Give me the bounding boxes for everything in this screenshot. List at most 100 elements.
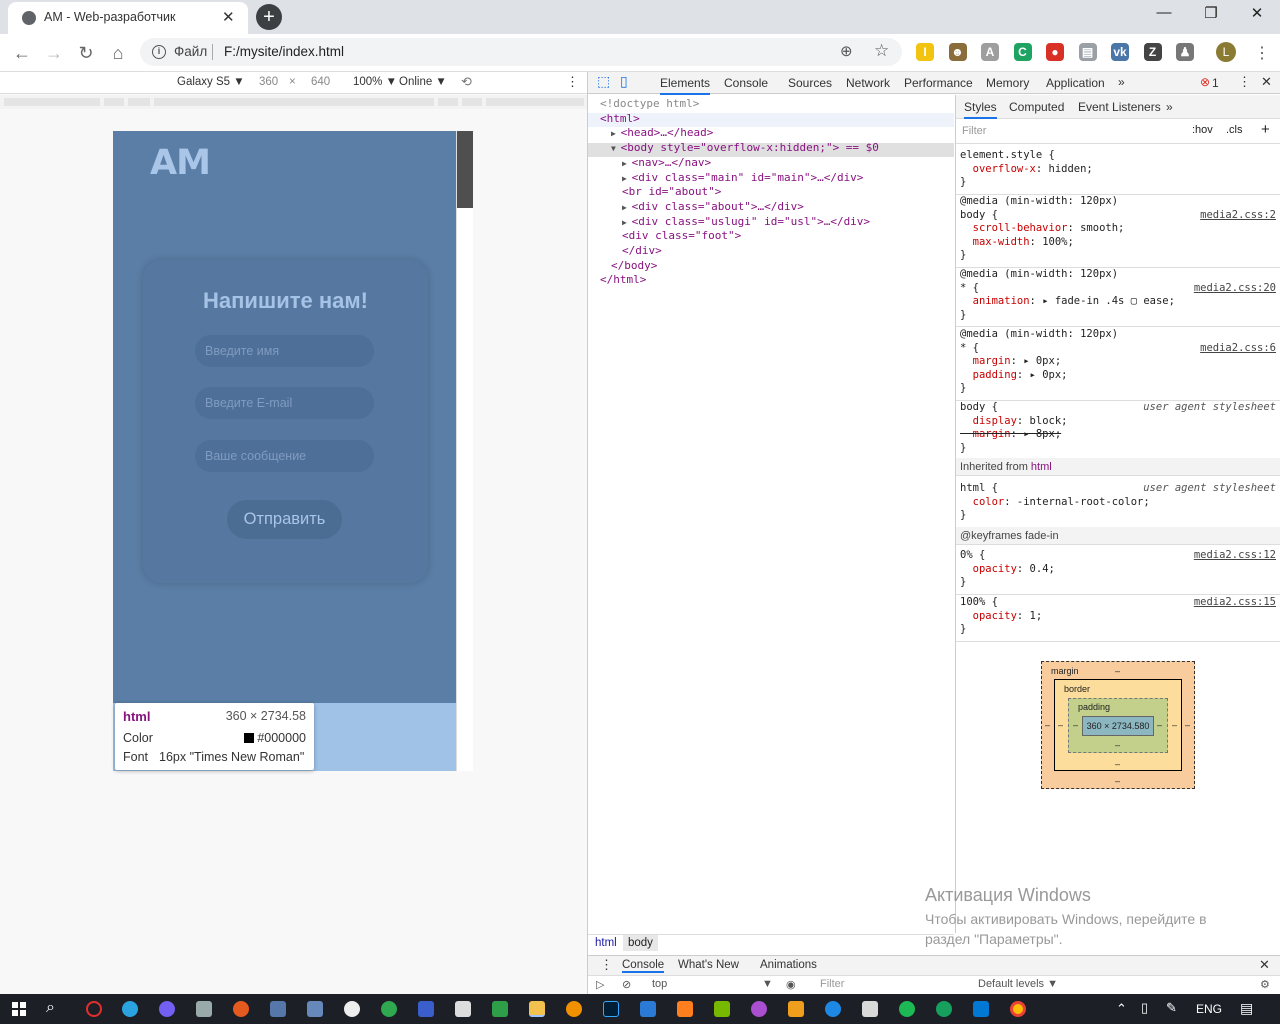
css-line[interactable]: } bbox=[960, 309, 966, 323]
width-input[interactable]: 360 bbox=[259, 76, 278, 88]
vscode-icon[interactable] bbox=[973, 1001, 989, 1017]
expand-arrow-icon[interactable]: ▶ bbox=[622, 218, 632, 227]
css-line[interactable]: @media (min-width: 120px) bbox=[960, 328, 1118, 342]
dom-node[interactable]: ▼ <body style="overflow-x:hidden;"> == $… bbox=[611, 141, 879, 155]
devtools-menu-icon[interactable]: ⋮ bbox=[1238, 74, 1251, 90]
drawer-close-icon[interactable]: ✕ bbox=[1259, 957, 1270, 973]
extension-1-icon[interactable]: I bbox=[916, 43, 934, 61]
css-line[interactable]: margin: ▸ 8px; bbox=[960, 428, 1062, 442]
extension-3-icon[interactable]: A bbox=[981, 43, 999, 61]
nvidia-icon[interactable] bbox=[714, 1001, 730, 1017]
console-sidebar-icon[interactable]: ▷ bbox=[596, 978, 604, 991]
tab-styles[interactable]: Styles bbox=[964, 100, 997, 119]
css-line[interactable]: body { bbox=[960, 209, 998, 223]
app-icon[interactable] bbox=[492, 1001, 508, 1017]
message-input[interactable]: Ваше сообщение bbox=[195, 440, 374, 472]
css-line[interactable]: } bbox=[960, 509, 966, 523]
tab-memory[interactable]: Memory bbox=[986, 76, 1029, 90]
app-icon[interactable] bbox=[862, 1001, 878, 1017]
tab-elements[interactable]: Elements bbox=[660, 76, 711, 95]
css-line[interactable]: opacity: 1; bbox=[960, 610, 1043, 624]
app-icon[interactable] bbox=[751, 1001, 767, 1017]
app-icon[interactable] bbox=[825, 1001, 841, 1017]
expand-arrow-icon[interactable]: ▶ bbox=[622, 159, 632, 168]
zoom-icon[interactable]: ⊕ bbox=[840, 42, 853, 60]
dom-node[interactable]: <br id="about"> bbox=[622, 185, 721, 199]
tab-performance[interactable]: Performance bbox=[904, 76, 973, 90]
tab-console[interactable]: Console bbox=[724, 76, 768, 90]
keyframe-100[interactable]: 100% { opacity: 1;} media2.css:15 bbox=[956, 593, 1280, 642]
add-rule-button[interactable]: + bbox=[1261, 121, 1270, 138]
app-icon[interactable] bbox=[307, 1001, 323, 1017]
extension-6-icon[interactable]: ▤ bbox=[1078, 43, 1097, 61]
restore-button[interactable]: ❐ bbox=[1199, 4, 1223, 26]
media-segment[interactable] bbox=[104, 98, 124, 106]
site-logo[interactable]: AM bbox=[150, 143, 211, 183]
notifications-icon[interactable]: ▤ bbox=[1240, 1000, 1253, 1017]
app-icon[interactable] bbox=[196, 1001, 212, 1017]
media-segment[interactable] bbox=[128, 98, 150, 106]
css-line[interactable]: animation: ▸ fade-in .4s ▢ ease; bbox=[960, 295, 1175, 309]
error-count[interactable]: 1 bbox=[1212, 76, 1219, 90]
address-bar[interactable]: i Файл F:/mysite/index.html ⊕ ☆ bbox=[140, 38, 902, 66]
network-select[interactable]: Online ▼ bbox=[399, 76, 447, 88]
css-line[interactable]: @media (min-width: 120px) bbox=[960, 195, 1118, 209]
app-icon[interactable] bbox=[899, 1001, 915, 1017]
css-line[interactable]: scroll-behavior: smooth; bbox=[960, 222, 1125, 236]
forward-icon[interactable]: → bbox=[44, 43, 64, 63]
dom-node[interactable]: </body> bbox=[611, 259, 657, 273]
photoshop-icon[interactable] bbox=[603, 1001, 619, 1017]
cls-button[interactable]: .cls bbox=[1226, 124, 1243, 136]
inherited-tag-link[interactable]: html bbox=[1031, 461, 1052, 473]
tab-sources[interactable]: Sources bbox=[788, 76, 832, 90]
back-icon[interactable]: ← bbox=[12, 43, 32, 63]
clear-console-icon[interactable]: ⊘ bbox=[622, 978, 631, 991]
skype-icon[interactable] bbox=[936, 1001, 952, 1017]
telegram-icon[interactable] bbox=[122, 1001, 138, 1017]
context-select[interactable]: top bbox=[652, 978, 667, 990]
profile-avatar[interactable]: L bbox=[1216, 42, 1236, 62]
css-line[interactable]: element.style { bbox=[960, 149, 1055, 163]
rule-element-style[interactable]: element.style { overflow-x: hidden;} bbox=[956, 146, 1280, 195]
extension-2-icon[interactable]: ☻ bbox=[948, 43, 967, 61]
height-input[interactable]: 640 bbox=[311, 76, 330, 88]
media-query-bar[interactable] bbox=[0, 95, 587, 109]
home-icon[interactable]: ⌂ bbox=[108, 43, 128, 63]
expand-arrow-icon[interactable]: ▶ bbox=[622, 174, 632, 183]
tab-application[interactable]: Application bbox=[1046, 76, 1105, 90]
source-link[interactable]: media2.css:20 bbox=[1194, 282, 1276, 294]
dom-node[interactable]: ▶ <div class="uslugi" id="usl">…</div> bbox=[622, 215, 870, 229]
expand-arrow-icon[interactable]: ▶ bbox=[622, 203, 632, 212]
language-indicator[interactable]: ENG bbox=[1196, 1002, 1222, 1016]
hov-button[interactable]: :hov bbox=[1192, 124, 1213, 136]
device-select[interactable]: Galaxy S5 ▼ bbox=[177, 76, 245, 88]
printer-icon[interactable] bbox=[455, 1001, 471, 1017]
rule-universal-animation[interactable]: @media (min-width: 120px) * { animation: … bbox=[956, 265, 1280, 327]
breadcrumb-html[interactable]: html bbox=[595, 937, 617, 949]
log-levels-select[interactable]: Default levels ▼ bbox=[978, 978, 1058, 990]
source-link[interactable]: media2.css:12 bbox=[1194, 549, 1276, 561]
console-filter-input[interactable]: Filter bbox=[820, 978, 844, 990]
css-line[interactable]: 100% { bbox=[960, 596, 998, 610]
app-icon[interactable] bbox=[381, 1001, 397, 1017]
tab-network[interactable]: Network bbox=[846, 76, 890, 90]
viber-icon[interactable] bbox=[159, 1001, 175, 1017]
source-link[interactable]: media2.css:2 bbox=[1200, 209, 1276, 221]
dom-node[interactable]: <html> bbox=[600, 112, 640, 126]
media-segment[interactable] bbox=[4, 98, 100, 106]
box-model-content[interactable]: 360 × 2734.580 bbox=[1082, 716, 1154, 736]
reload-icon[interactable]: ↻ bbox=[76, 43, 96, 63]
console-settings-icon[interactable]: ⚙ bbox=[1260, 978, 1270, 991]
email-input[interactable]: Введите E-mail bbox=[195, 387, 374, 419]
drawer-menu-icon[interactable]: ⋮ bbox=[600, 957, 613, 973]
breadcrumb-body[interactable]: body bbox=[623, 935, 658, 951]
devtools-close-icon[interactable]: ✕ bbox=[1261, 74, 1272, 90]
css-line[interactable]: margin: ▸ 0px; bbox=[960, 355, 1062, 369]
app-icon[interactable] bbox=[677, 1001, 693, 1017]
dom-node[interactable]: ▶ <div class="main" id="main">…</div> bbox=[622, 171, 863, 185]
rule-html-ua[interactable]: html { color: -internal-root-color;} user… bbox=[956, 479, 1280, 528]
dom-node[interactable]: </html> bbox=[600, 273, 646, 287]
css-line[interactable]: } bbox=[960, 442, 966, 456]
rule-body-media[interactable]: @media (min-width: 120px) body { scroll-b… bbox=[956, 192, 1280, 268]
viewport-scrollbar[interactable] bbox=[456, 131, 473, 771]
